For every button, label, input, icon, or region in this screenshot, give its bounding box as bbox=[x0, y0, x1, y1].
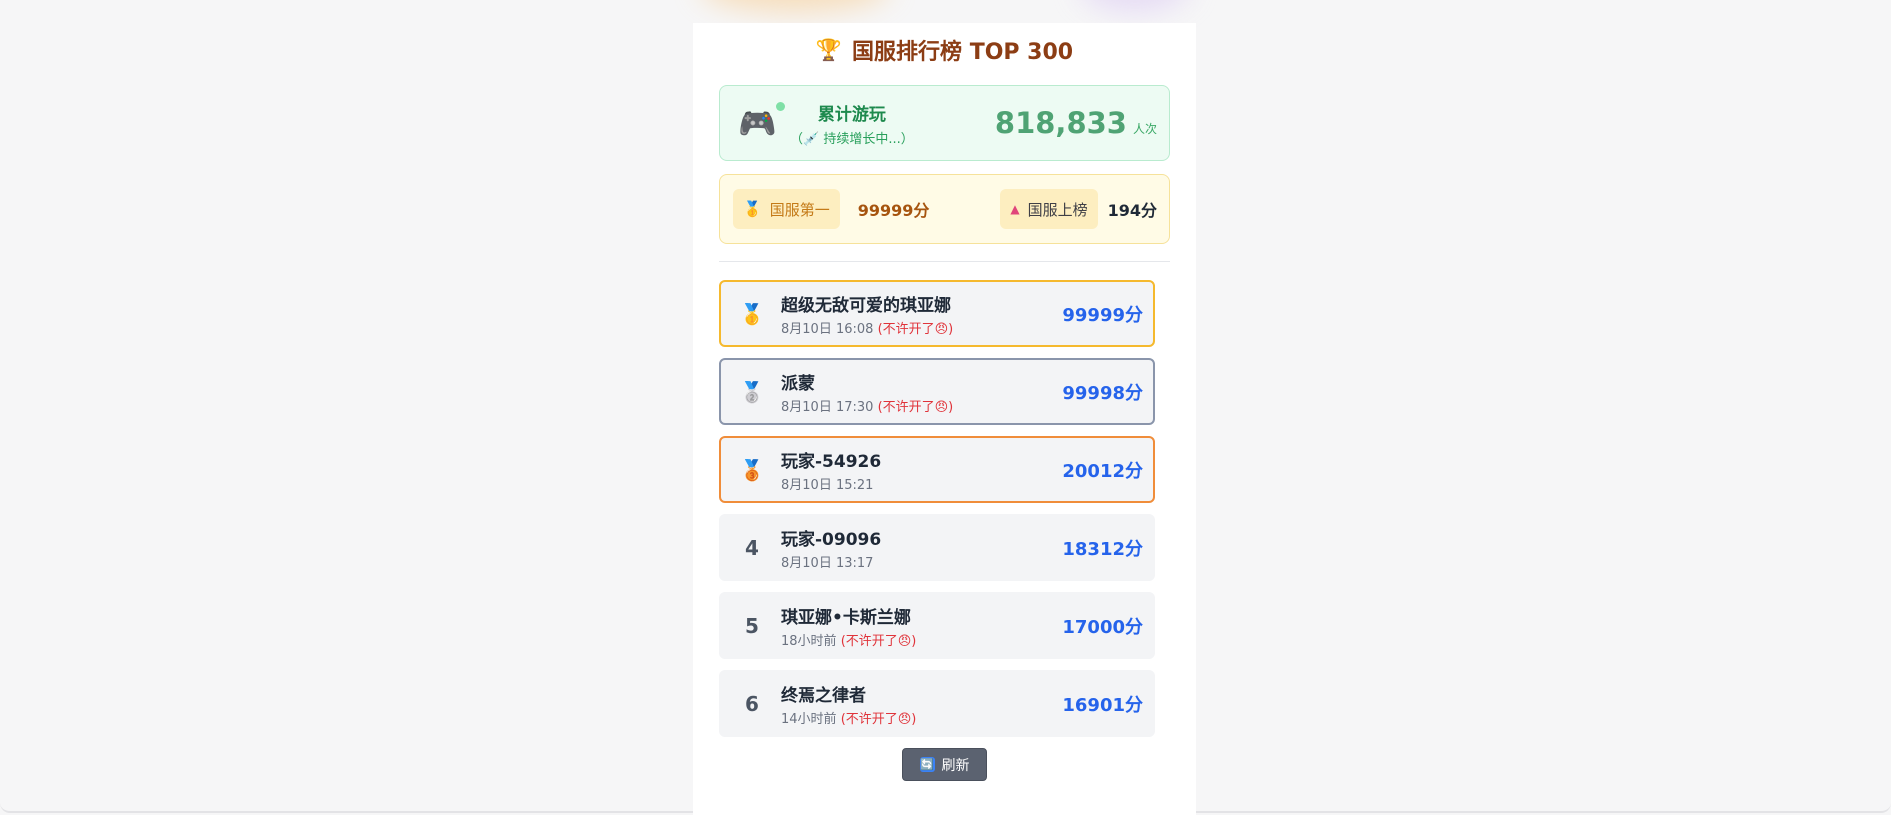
refresh-area: 🔄 刷新 bbox=[719, 748, 1170, 781]
play-count-unit: 人次 bbox=[1132, 121, 1157, 136]
player-time: 8月10日 17:30 bbox=[781, 399, 874, 415]
play-count-label: 累计游玩 bbox=[817, 104, 886, 125]
player-score: 18312分 bbox=[1062, 538, 1143, 560]
player-score: 16901分 bbox=[1062, 694, 1143, 716]
player-name: 玩家-09096 bbox=[781, 529, 882, 550]
player-score: 20012分 bbox=[1062, 460, 1143, 482]
leaderboard-row[interactable]: 🥇 超级无敌可爱的琪亚娜 8月10日 16:08 (不许开了😠) 99999分 bbox=[719, 280, 1155, 347]
leaderboard-row[interactable]: 🥈 派蒙 8月10日 17:30 (不许开了😠) 99998分 bbox=[719, 358, 1155, 425]
leaderboard-row[interactable]: 🥉 玩家-54926 8月10日 15:21 20012分 bbox=[719, 436, 1155, 503]
leaderboard-panel: 🏆 国服排行榜 TOP 300 🎮 累计游玩 （💉 持续增长中...） 818,… bbox=[693, 23, 1196, 815]
player-meta: 18小时前 (不许开了😠) bbox=[781, 630, 916, 649]
trophy-icon: 🏆 bbox=[815, 37, 843, 62]
rank-number: 5 bbox=[745, 613, 759, 638]
leaderboard-row[interactable]: 6 终焉之律者 14小时前 (不许开了😠) 16901分 bbox=[719, 670, 1155, 737]
player-score: 99998分 bbox=[1062, 382, 1143, 404]
bronze-medal-icon: 🥉 bbox=[739, 457, 765, 482]
leaderboard-row[interactable]: 5 琪亚娜•卡斯兰娜 18小时前 (不许开了😠) 17000分 bbox=[719, 592, 1155, 659]
leaderboard-row[interactable]: 4 玩家-09096 8月10日 13:17 18312分 bbox=[719, 514, 1155, 581]
player-name: 终焉之律者 bbox=[781, 685, 866, 706]
player-name: 派蒙 bbox=[781, 373, 815, 394]
live-indicator-dot bbox=[776, 102, 785, 111]
play-count-sublabel: （💉 持续增长中...） bbox=[790, 131, 914, 147]
player-name: 琪亚娜•卡斯兰娜 bbox=[781, 607, 911, 628]
player-meta: 14小时前 (不许开了😠) bbox=[781, 708, 916, 727]
rank-number: 6 bbox=[745, 691, 759, 716]
player-info: 玩家-54926 8月10日 15:21 bbox=[781, 447, 881, 493]
player-info: 超级无敌可爱的琪亚娜 8月10日 16:08 (不许开了😠) bbox=[781, 291, 953, 337]
cutoff-score-label: 国服上榜 bbox=[1027, 200, 1088, 219]
gold-medal-icon: 🥇 bbox=[739, 301, 765, 326]
player-meta: 8月10日 16:08 (不许开了😠) bbox=[781, 318, 953, 337]
player-name: 超级无敌可爱的琪亚娜 bbox=[781, 295, 951, 316]
player-note: (不许开了😠) bbox=[877, 399, 954, 415]
page-title-text: 国服排行榜 TOP 300 bbox=[852, 40, 1074, 65]
player-score: 99999分 bbox=[1062, 304, 1143, 326]
refresh-icon: 🔄 bbox=[919, 757, 935, 772]
leaderboard-list: 🥇 超级无敌可爱的琪亚娜 8月10日 16:08 (不许开了😠) 99999分 … bbox=[719, 280, 1155, 737]
top-score-chip: 🥇 国服第一 bbox=[733, 189, 840, 229]
silver-medal-icon: 🥈 bbox=[739, 379, 765, 404]
play-count-card: 🎮 累计游玩 （💉 持续增长中...） 818,833 人次 bbox=[719, 85, 1170, 161]
page-title: 🏆 国服排行榜 TOP 300 bbox=[719, 35, 1170, 66]
background-glow-left bbox=[700, 0, 890, 12]
top-score-value: 99999分 bbox=[857, 201, 930, 220]
gamepad-icon: 🎮 bbox=[738, 105, 777, 142]
divider bbox=[719, 261, 1170, 262]
player-note: (不许开了😠) bbox=[840, 711, 917, 727]
player-time: 14小时前 bbox=[781, 711, 837, 727]
play-count-value: 818,833 bbox=[994, 106, 1127, 140]
play-count-labels: 累计游玩 （💉 持续增长中...） bbox=[790, 100, 914, 147]
player-info: 终焉之律者 14小时前 (不许开了😠) bbox=[781, 681, 916, 727]
player-info: 琪亚娜•卡斯兰娜 18小时前 (不许开了😠) bbox=[781, 603, 916, 649]
player-time: 18小时前 bbox=[781, 633, 837, 649]
player-info: 玩家-09096 8月10日 13:17 bbox=[781, 525, 881, 571]
player-meta: 8月10日 15:21 bbox=[781, 474, 881, 493]
player-name: 玩家-54926 bbox=[781, 451, 882, 472]
refresh-button[interactable]: 🔄 刷新 bbox=[902, 748, 987, 781]
triangle-up-icon: ▲ bbox=[1010, 202, 1020, 216]
score-summary-card: 🥇 国服第一 99999分 ▲ 国服上榜 194分 bbox=[719, 174, 1170, 244]
player-score: 17000分 bbox=[1062, 616, 1143, 638]
rank-number: 4 bbox=[745, 535, 759, 560]
player-time: 8月10日 13:17 bbox=[781, 555, 874, 571]
player-time: 8月10日 15:21 bbox=[781, 477, 874, 493]
top-score-label: 国服第一 bbox=[769, 200, 830, 219]
gold-medal-icon: 🥇 bbox=[743, 200, 762, 218]
refresh-label: 刷新 bbox=[941, 757, 970, 774]
cutoff-score-chip: ▲ 国服上榜 bbox=[1000, 189, 1098, 229]
background-glow-right bbox=[1080, 0, 1190, 12]
player-note: (不许开了😠) bbox=[840, 633, 917, 649]
player-note: (不许开了😠) bbox=[877, 321, 954, 337]
player-meta: 8月10日 13:17 bbox=[781, 552, 881, 571]
player-info: 派蒙 8月10日 17:30 (不许开了😠) bbox=[781, 369, 953, 415]
cutoff-score-value: 194分 bbox=[1107, 201, 1157, 220]
player-meta: 8月10日 17:30 (不许开了😠) bbox=[781, 396, 953, 415]
player-time: 8月10日 16:08 bbox=[781, 321, 874, 337]
